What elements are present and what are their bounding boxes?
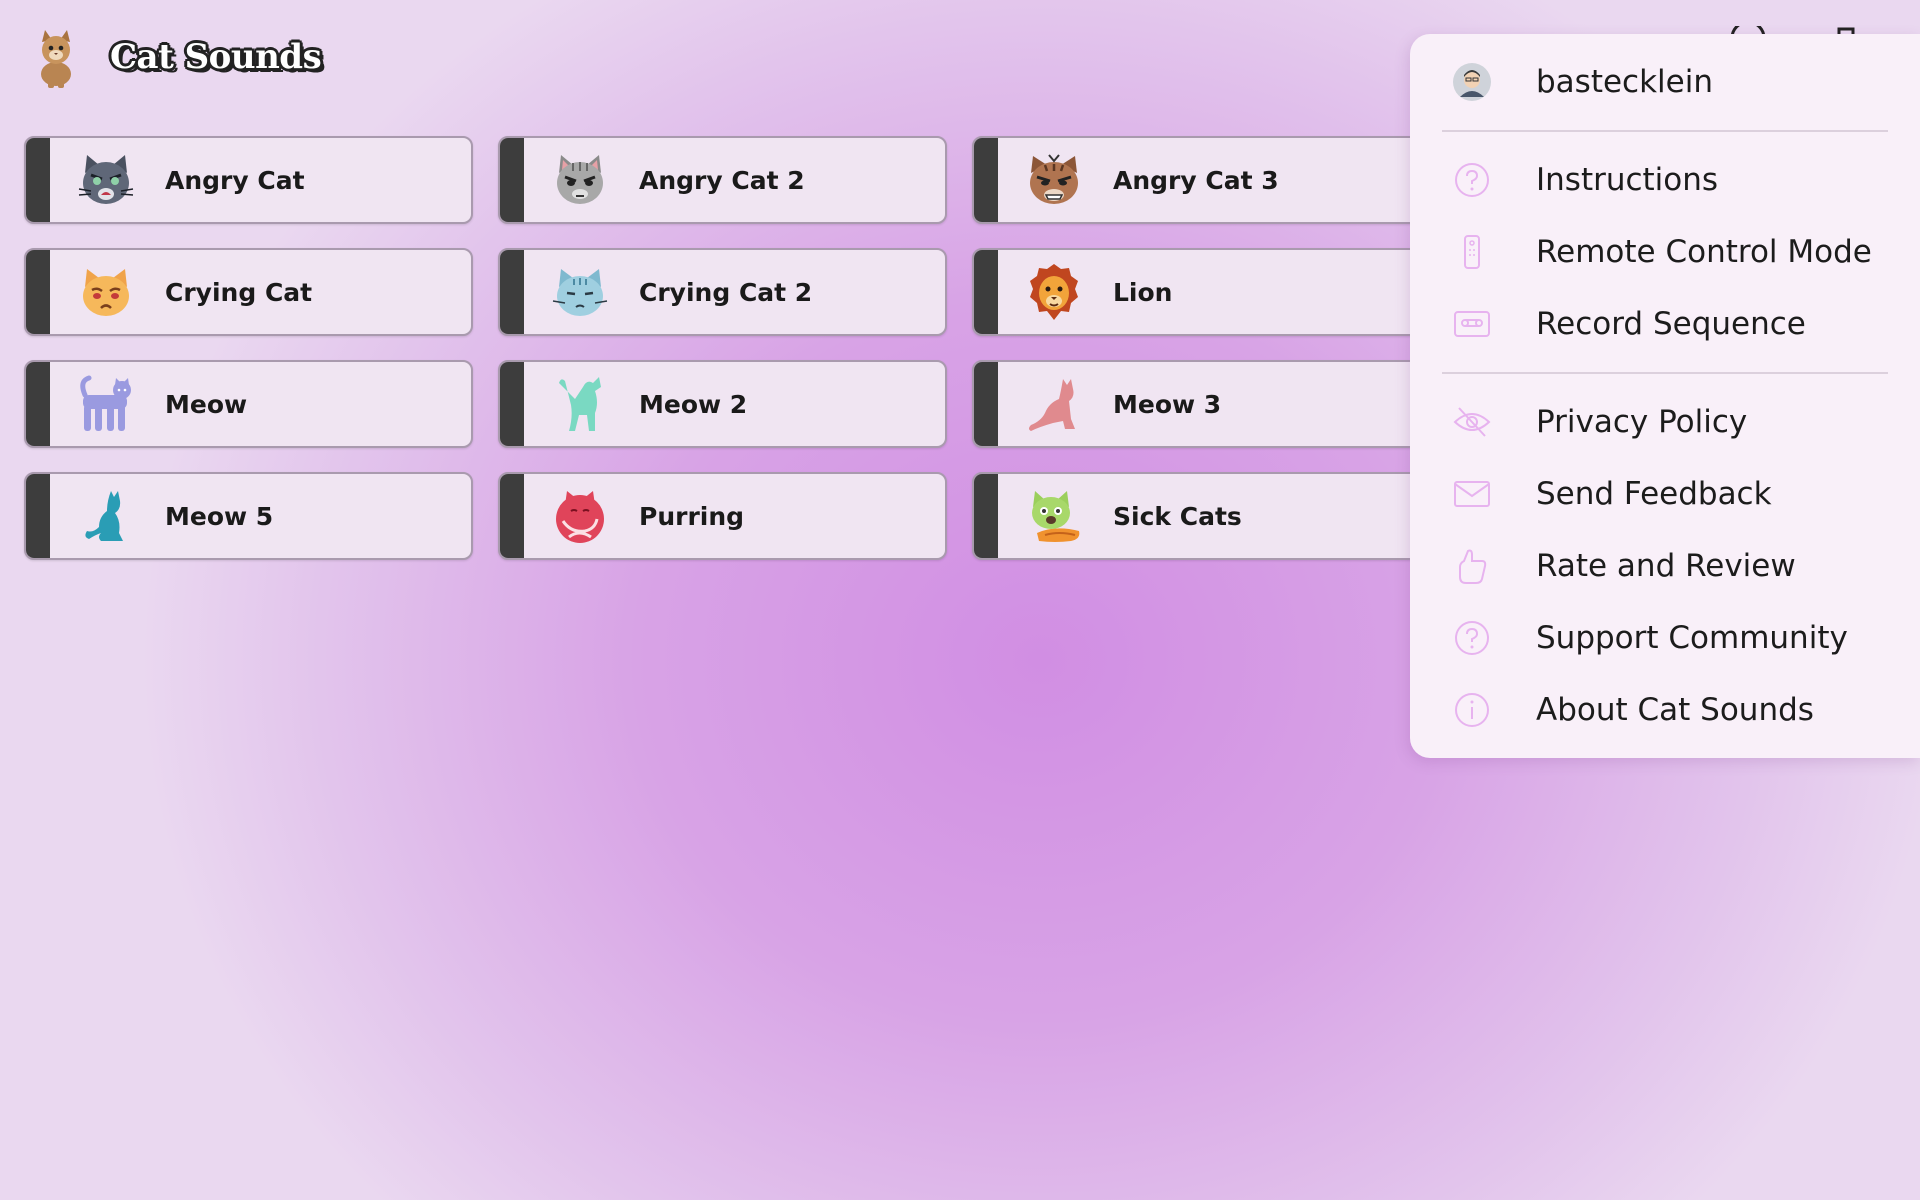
- button-accent-bar: [974, 138, 998, 222]
- menu-user-name: bastecklein: [1536, 64, 1713, 100]
- sound-label: Purring: [639, 501, 745, 531]
- cassette-icon: [1454, 311, 1490, 337]
- menu-item-label: About Cat Sounds: [1536, 692, 1814, 728]
- button-accent-bar: [974, 362, 998, 446]
- meow-icon: [80, 375, 131, 431]
- button-accent-bar: [974, 250, 998, 334]
- menu-item-remote-control-mode[interactable]: Remote Control Mode: [1410, 224, 1920, 280]
- app-title: Cat Sounds: [110, 37, 322, 77]
- button-accent-bar: [26, 474, 50, 558]
- menu-item-label: Support Community: [1536, 620, 1848, 656]
- menu-item-label: Send Feedback: [1536, 476, 1772, 512]
- sound-label: Meow 3: [1113, 389, 1222, 419]
- sound-button-crying-cat[interactable]: Crying Cat: [24, 248, 473, 336]
- button-accent-bar: [500, 138, 524, 222]
- button-accent-bar: [26, 250, 50, 334]
- sound-button-meow[interactable]: Meow: [24, 360, 473, 448]
- sound-label: Meow 2: [639, 389, 748, 419]
- mail-icon: [1454, 481, 1490, 507]
- button-accent-bar: [26, 362, 50, 446]
- sound-button-sick-cats[interactable]: Sick Cats: [972, 472, 1421, 560]
- meow-3-icon: [1029, 379, 1075, 431]
- menu-item-label: Rate and Review: [1536, 548, 1796, 584]
- sound-label: Angry Cat 3: [1113, 165, 1279, 195]
- menu-item-label: Remote Control Mode: [1536, 234, 1872, 270]
- user-dropdown-menu: bastecklein Instructions Remote Control …: [1410, 34, 1920, 758]
- sound-button-lion[interactable]: Lion: [972, 248, 1421, 336]
- menu-item-rate-and-review[interactable]: Rate and Review: [1410, 538, 1920, 594]
- angry-cat-2-icon: [557, 155, 603, 204]
- eye-off-icon: [1453, 407, 1491, 437]
- meow-5-icon: [85, 491, 123, 541]
- help-circle-icon: [1455, 621, 1489, 655]
- meow-2-icon: [559, 377, 601, 431]
- sound-button-meow-3[interactable]: Meow 3: [972, 360, 1421, 448]
- remote-icon: [1464, 235, 1480, 269]
- avatar-icon: [1453, 63, 1491, 101]
- menu-item-label: Record Sequence: [1536, 306, 1806, 342]
- sound-label: Meow: [165, 389, 248, 419]
- menu-item-record-sequence[interactable]: Record Sequence: [1410, 296, 1920, 352]
- sound-button-angry-cat[interactable]: Angry Cat: [24, 136, 473, 224]
- button-accent-bar: [500, 250, 524, 334]
- menu-item-about-cat-sounds[interactable]: About Cat Sounds: [1410, 682, 1920, 738]
- crying-cat-2-icon: [552, 269, 608, 316]
- sound-label: Angry Cat: [165, 165, 305, 195]
- menu-item-send-feedback[interactable]: Send Feedback: [1410, 466, 1920, 522]
- help-circle-icon: [1455, 163, 1489, 197]
- menu-item-support-community[interactable]: Support Community: [1410, 610, 1920, 666]
- crying-cat-icon: [83, 269, 129, 316]
- angry-cat-icon: [78, 155, 134, 204]
- sound-label: Angry Cat 2: [639, 165, 805, 195]
- cat-logo-icon: [41, 30, 71, 88]
- button-accent-bar: [500, 474, 524, 558]
- app-header: Cat Sounds: [28, 24, 322, 90]
- menu-user-row[interactable]: bastecklein: [1410, 54, 1920, 110]
- button-accent-bar: [26, 138, 50, 222]
- sound-label: Crying Cat 2: [639, 277, 813, 307]
- angry-cat-3-icon: [1030, 154, 1078, 204]
- sound-label: Meow 5: [165, 501, 274, 531]
- menu-divider: [1442, 130, 1888, 132]
- thumbs-up-icon: [1459, 549, 1487, 584]
- lion-icon: [1030, 264, 1078, 320]
- menu-divider: [1442, 372, 1888, 374]
- sound-label: Crying Cat: [165, 277, 313, 307]
- menu-item-instructions[interactable]: Instructions: [1410, 152, 1920, 208]
- sound-button-meow-2[interactable]: Meow 2: [498, 360, 947, 448]
- menu-item-privacy-policy[interactable]: Privacy Policy: [1410, 394, 1920, 450]
- button-accent-bar: [500, 362, 524, 446]
- sound-label: Sick Cats: [1113, 501, 1242, 531]
- menu-item-label: Privacy Policy: [1536, 404, 1748, 440]
- sick-cats-icon: [1032, 491, 1080, 542]
- sound-button-meow-5[interactable]: Meow 5: [24, 472, 473, 560]
- sound-button-angry-cat-3[interactable]: Angry Cat 3: [972, 136, 1421, 224]
- info-icon: [1455, 693, 1489, 727]
- sound-label: Lion: [1113, 277, 1173, 307]
- purring-icon: [556, 491, 604, 543]
- button-accent-bar: [974, 474, 998, 558]
- sound-button-angry-cat-2[interactable]: Angry Cat 2: [498, 136, 947, 224]
- sound-button-crying-cat-2[interactable]: Crying Cat 2: [498, 248, 947, 336]
- avatar: [1452, 62, 1492, 102]
- menu-item-label: Instructions: [1536, 162, 1719, 198]
- sound-button-purring[interactable]: Purring: [498, 472, 947, 560]
